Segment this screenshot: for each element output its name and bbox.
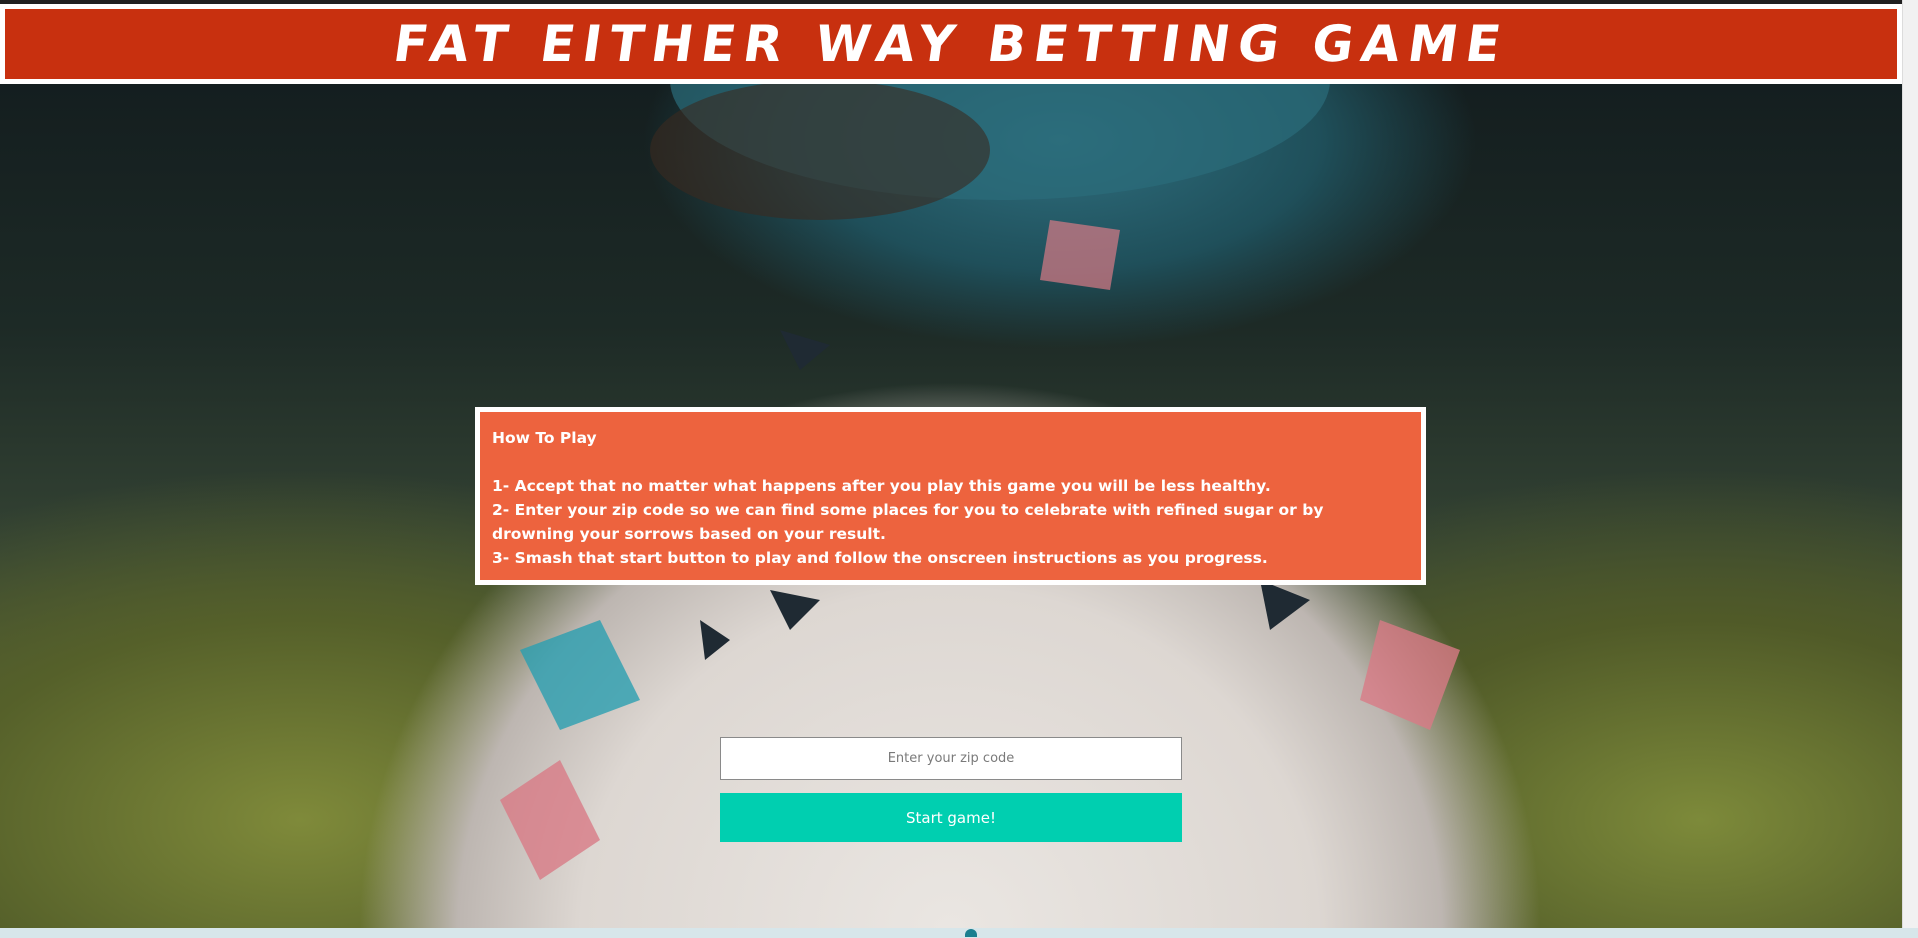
how-to-play-step: 2- Enter your zip code so we can find so… <box>492 501 1324 543</box>
vertical-scrollbar[interactable] <box>1902 0 1918 928</box>
ball-panel-shape <box>1260 580 1310 630</box>
how-to-play-heading: How To Play <box>492 429 597 447</box>
header-banner: Fat Either Way Betting Game <box>5 9 1897 79</box>
ball-panel-shape <box>770 590 820 630</box>
zip-code-input[interactable] <box>720 737 1182 780</box>
page: Fat Either Way Betting Game How To Play … <box>0 0 1918 938</box>
how-to-play-content: How To Play 1- Accept that no matter wha… <box>480 412 1421 580</box>
site-header: Fat Either Way Betting Game <box>0 4 1902 84</box>
ball-panel-shape <box>500 760 600 880</box>
ball-panel-shape <box>520 620 640 730</box>
taskbar-app-icon[interactable] <box>965 929 977 937</box>
ball-panel-shape <box>780 330 830 370</box>
ball-panel-shape <box>1360 620 1460 730</box>
how-to-play-step: 1- Accept that no matter what happens af… <box>492 477 1271 495</box>
ball-panel-shape <box>1040 220 1120 290</box>
start-game-button[interactable]: Start game! <box>720 793 1182 842</box>
boot-studs-shape <box>650 80 990 220</box>
page-title: Fat Either Way Betting Game <box>389 15 1513 73</box>
taskbar-strip <box>0 928 1918 938</box>
ball-panel-shape <box>700 620 730 660</box>
how-to-play-panel: How To Play 1- Accept that no matter wha… <box>475 407 1426 585</box>
how-to-play-step: 3- Smash that start button to play and f… <box>492 549 1268 567</box>
